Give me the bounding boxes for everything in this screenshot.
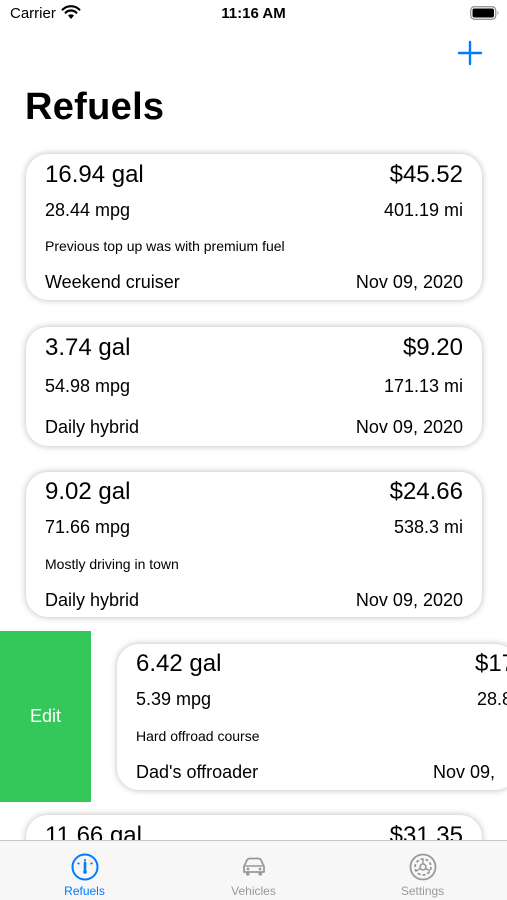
refuel-vehicle: Daily hybrid [45,590,140,610]
refuel-note: Hard offroad course [136,728,260,744]
refuel-efficiency: 71.66 mpg [45,517,131,537]
refuel-card[interactable]: 9.02 gal $24.66 71.66 mpg 538.3 mi Mostl… [26,472,482,617]
refuel-distance: 538.3 mi [393,517,463,537]
refuel-volume: 11.66 gal [45,822,142,840]
refuel-distance: 401.19 mi [383,200,463,220]
gauge-icon [71,853,99,881]
refuel-volume: 9.02 gal [45,478,131,505]
refuel-volume: 16.94 gal [45,161,144,188]
tab-refuels-label: Refuels [64,884,105,898]
refuel-cost: $17 [475,650,507,677]
refuel-note: Mostly driving in town [45,556,179,572]
refuel-card[interactable]: 11.66 gal $31.35 [26,815,482,840]
refuel-date: Nov 09, 2020 [355,417,463,437]
refuel-cost: $31.35 [389,822,463,840]
refuel-volume: 3.74 gal [45,334,131,361]
refuel-efficiency: 5.39 mpg [136,689,212,709]
refuel-date: Nov 09, 2020 [355,590,463,610]
refuel-card[interactable]: 16.94 gal $45.52 28.44 mpg 401.19 mi Pre… [26,154,482,300]
refuel-vehicle: Weekend cruiser [45,272,180,292]
refuel-vehicle: Dad's offroader [136,762,259,782]
tab-settings[interactable]: Settings [338,841,507,900]
refuel-date: Nov 09, 2020 [355,272,463,292]
refuel-card[interactable]: 6.42 gal $17 5.39 mpg 28.8 Hard offroad … [117,644,507,790]
tab-settings-label: Settings [400,884,445,898]
refuel-efficiency: 28.44 mpg [45,200,131,220]
refuel-card[interactable]: 3.74 gal $9.20 54.98 mpg 171.13 mi Daily… [26,327,482,446]
refuel-note: Previous top up was with premium fuel [45,238,285,254]
refuel-distance: 28.8 [477,689,507,709]
edit-label: Edit [29,706,62,726]
refuel-cost: $24.66 [389,478,463,505]
refuel-cost: $9.20 [402,334,463,361]
edit-swipe-button[interactable]: Edit [0,631,91,802]
tab-vehicles[interactable]: Vehicles [169,841,338,900]
tab-vehicles-label: Vehicles [231,884,276,898]
refuel-list: 16.94 gal $45.52 28.44 mpg 401.19 mi Pre… [0,0,507,840]
tab-bar: Refuels Vehicles Settings [0,840,507,900]
car-icon [243,857,265,876]
refuel-date: Nov 09, [433,762,496,782]
refuel-vehicle: Daily hybrid [45,417,140,437]
refuel-distance: 171.13 mi [383,376,463,396]
tab-refuels[interactable]: Refuels [0,841,169,900]
refuel-cost: $45.52 [389,161,463,188]
refuel-volume: 6.42 gal [136,650,222,677]
gear-icon [409,853,437,881]
refuel-efficiency: 54.98 mpg [45,376,131,396]
